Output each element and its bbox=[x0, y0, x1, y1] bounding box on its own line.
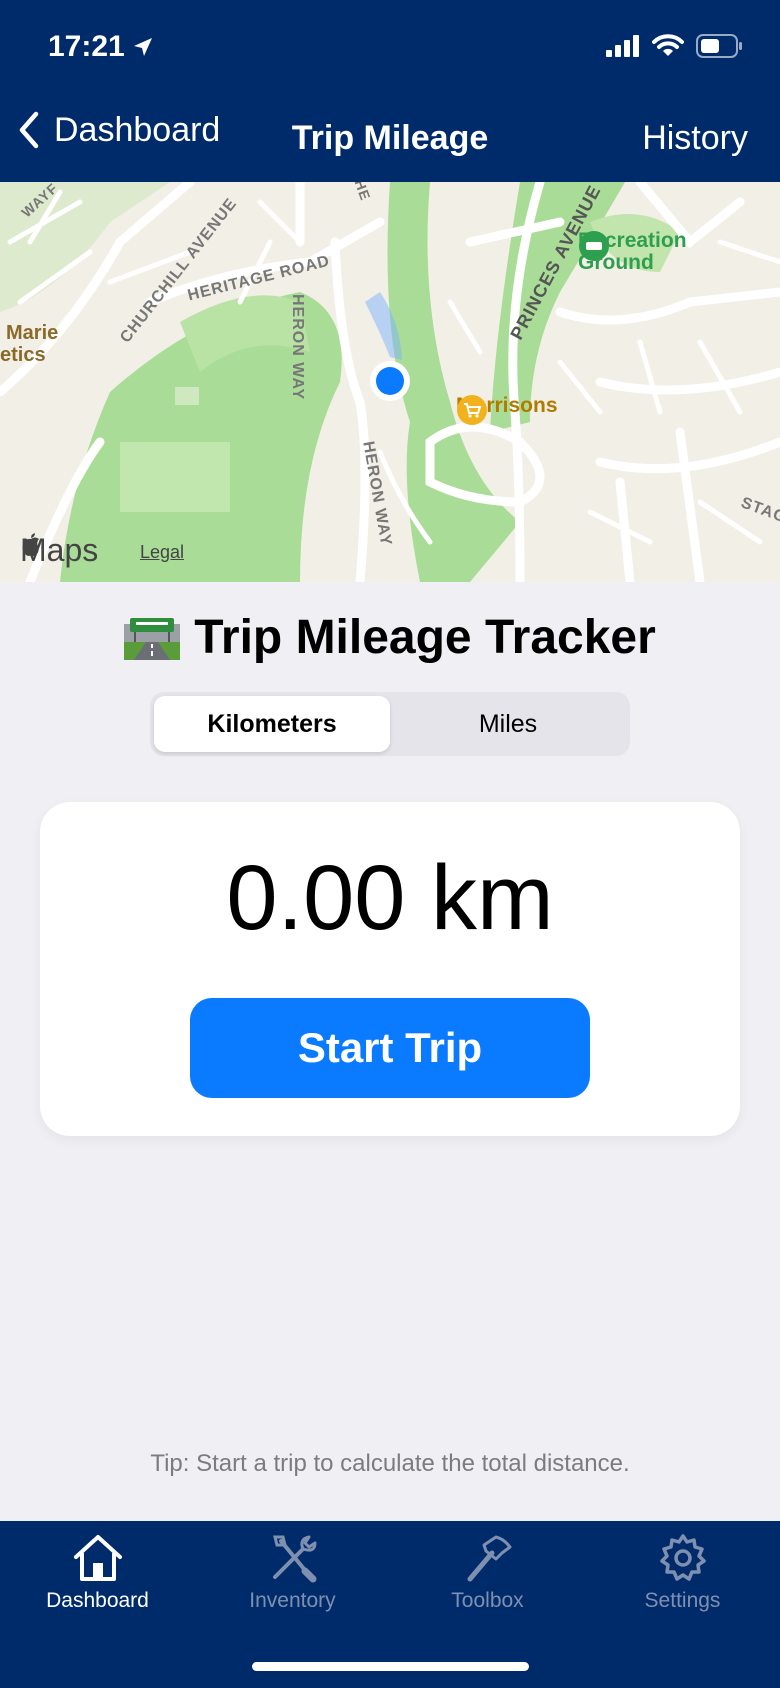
home-indicator bbox=[252, 1662, 529, 1671]
unit-segmented-control[interactable]: Kilometers Miles bbox=[150, 692, 630, 756]
clock-text: 17:21 bbox=[48, 30, 125, 63]
header: 17:21 Dashboard Trip Mileage History bbox=[0, 0, 780, 182]
tab-label: Settings bbox=[644, 1589, 721, 1612]
tab-inventory[interactable]: Inventory bbox=[195, 1531, 390, 1613]
poi-morrisons[interactable]: Morrisons bbox=[456, 394, 558, 425]
shopping-cart-icon bbox=[457, 395, 487, 425]
tab-label: Inventory bbox=[249, 1589, 336, 1612]
poi-recreation-ground[interactable]: Recreation Ground bbox=[578, 230, 687, 274]
tip-text: Tip: Start a trip to calculate the total… bbox=[150, 1450, 630, 1477]
history-button[interactable]: History bbox=[642, 118, 748, 158]
tracker-title-row: Trip Mileage Tracker bbox=[0, 610, 780, 665]
distance-card: 0.00 km Start Trip bbox=[40, 802, 740, 1136]
hammer-icon bbox=[467, 1535, 511, 1582]
tab-toolbox[interactable]: Toolbox bbox=[390, 1531, 585, 1613]
nav-title-text: Trip Mileage bbox=[291, 119, 489, 157]
wifi-icon bbox=[652, 34, 684, 56]
motorway-icon bbox=[124, 617, 181, 660]
poi-name: etics bbox=[0, 344, 46, 366]
street-label: HERON WAY bbox=[289, 294, 306, 401]
cellular-signal-icon bbox=[606, 35, 639, 57]
tab-dashboard[interactable]: Dashboard bbox=[0, 1531, 195, 1613]
gear-icon bbox=[659, 1534, 706, 1581]
map-view[interactable]: CHURCHILL AVENUE HERITAGE ROAD HERON WAY… bbox=[0, 182, 780, 582]
poi-name: Marie bbox=[6, 322, 59, 344]
tools-icon bbox=[272, 1535, 316, 1583]
tab-label: Dashboard bbox=[46, 1589, 149, 1612]
start-trip-button[interactable]: Start Trip bbox=[190, 998, 590, 1098]
segment-kilometers[interactable]: Kilometers bbox=[154, 696, 390, 752]
poi-marie[interactable]: Marie etics bbox=[0, 322, 58, 366]
battery-icon bbox=[696, 34, 742, 58]
segment-miles[interactable]: Miles bbox=[390, 696, 626, 752]
legal-link[interactable]: Legal bbox=[140, 542, 184, 563]
status-time: 17:21 bbox=[48, 30, 155, 64]
status-icons bbox=[606, 34, 744, 58]
distance-value: 0.00 km bbox=[226, 847, 554, 949]
tab-settings[interactable]: Settings bbox=[585, 1531, 780, 1613]
house-icon bbox=[73, 1535, 122, 1581]
apple-logo-icon bbox=[22, 533, 39, 556]
page-title: Trip Mileage Tracker bbox=[194, 611, 656, 664]
maps-attribution: Maps bbox=[20, 532, 98, 569]
park-icon bbox=[579, 231, 609, 261]
tab-label: Toolbox bbox=[451, 1589, 524, 1612]
location-arrow-icon bbox=[133, 38, 152, 56]
